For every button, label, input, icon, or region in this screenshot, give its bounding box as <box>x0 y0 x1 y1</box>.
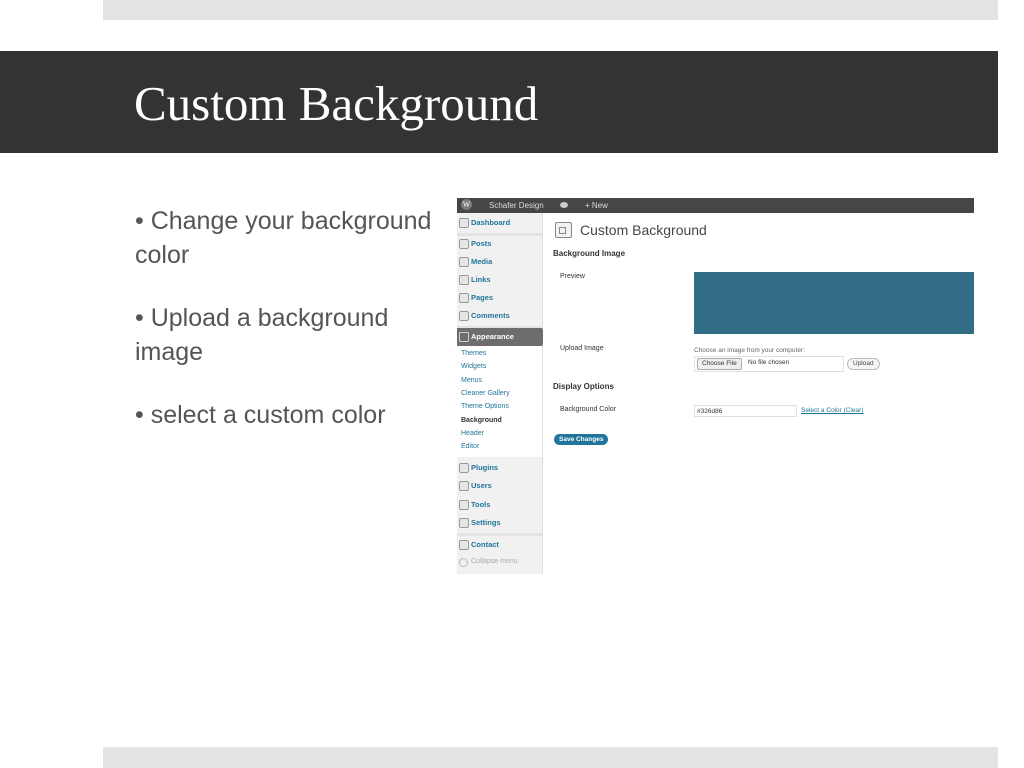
sidebar-separator <box>457 533 542 536</box>
upload-button[interactable]: Upload <box>847 358 880 370</box>
save-changes-button[interactable]: Save Changes <box>554 434 609 445</box>
sidebar-item-comments[interactable]: Comments <box>457 308 542 326</box>
no-file-text: No file chosen <box>748 359 790 366</box>
media-icon <box>459 257 469 267</box>
color-links: Select a Color (Clear) <box>801 407 864 414</box>
submenu-item-background[interactable]: Background <box>461 417 502 424</box>
appearance-page-icon <box>555 222 572 238</box>
tools-icon <box>459 500 469 510</box>
background-color-input[interactable]: #326d86 <box>694 405 797 417</box>
submenu-item-editor[interactable]: Editor <box>461 443 479 450</box>
sidebar-item-tools[interactable]: Tools <box>457 497 542 515</box>
admin-bar: W Schafer Design + New <box>457 198 974 213</box>
section-heading-background-image: Background Image <box>553 249 626 258</box>
bottom-decor-bar <box>103 747 998 768</box>
new-menu-link[interactable]: + New <box>585 200 608 211</box>
preview-label: Preview <box>560 273 585 280</box>
slide-title: Custom Background <box>134 76 539 131</box>
sidebar-item-dashboard[interactable]: Dashboard <box>457 215 542 233</box>
site-name-link[interactable]: Schafer Design <box>489 200 544 211</box>
select-color-link[interactable]: Select a Color <box>801 407 842 414</box>
bullet-item: • Change your background color <box>135 207 432 269</box>
submenu-item-themes[interactable]: Themes <box>461 350 486 357</box>
choose-image-text: Choose an image from your computer: <box>694 347 805 354</box>
bullet-item: • select a custom color <box>135 401 386 429</box>
sidebar-item-appearance[interactable]: Appearance <box>457 328 542 346</box>
background-color-label: Background Color <box>560 406 617 413</box>
appearance-icon <box>459 332 469 342</box>
wordpress-screenshot: W Schafer Design + New Dashboard Posts M… <box>457 198 974 574</box>
sidebar-item-users[interactable]: Users <box>457 478 542 496</box>
plugin-icon <box>459 463 469 473</box>
sidebar-item-pages[interactable]: Pages <box>457 290 542 308</box>
sidebar-item-links[interactable]: Links <box>457 272 542 290</box>
users-icon <box>459 481 469 491</box>
contact-icon <box>459 540 469 550</box>
page-heading: Custom Background <box>580 222 707 238</box>
pages-icon <box>459 293 469 303</box>
sidebar-item-media[interactable]: Media <box>457 254 542 272</box>
choose-file-button[interactable]: Choose File <box>697 358 742 370</box>
wordpress-logo-icon[interactable]: W <box>461 199 472 210</box>
comment-bubble-icon[interactable] <box>560 202 568 208</box>
submenu-item-menus[interactable]: Menus <box>461 377 482 384</box>
section-heading-display-options: Display Options <box>553 382 614 391</box>
sidebar-item-settings[interactable]: Settings <box>457 515 542 533</box>
upload-image-label: Upload Image <box>560 345 604 352</box>
bullet-item: • Upload a background image <box>135 304 389 366</box>
top-decor-bar <box>103 0 998 20</box>
background-preview <box>694 272 974 334</box>
pin-icon <box>459 239 469 249</box>
main-content: Custom Background Background Image Previ… <box>543 213 974 574</box>
collapse-arrow-icon <box>459 558 468 567</box>
submenu-item-header[interactable]: Header <box>461 430 484 437</box>
submenu-item-theme-options[interactable]: Theme Options <box>461 403 509 410</box>
link-icon <box>459 275 469 285</box>
clear-color-link[interactable]: (Clear) <box>844 407 864 414</box>
comment-icon <box>459 311 469 321</box>
sidebar-item-posts[interactable]: Posts <box>457 236 542 254</box>
appearance-submenu: Themes Widgets Menus Cleaner Gallery The… <box>457 346 542 457</box>
sidebar-item-contact[interactable]: Contact <box>457 537 542 555</box>
settings-icon <box>459 518 469 528</box>
dashboard-icon <box>459 218 469 228</box>
bullet-list: • Change your background color • Upload … <box>135 204 435 461</box>
submenu-item-widgets[interactable]: Widgets <box>461 363 486 370</box>
sidebar-item-plugins[interactable]: Plugins <box>457 460 542 478</box>
submenu-item-cleaner-gallery[interactable]: Cleaner Gallery <box>461 390 510 397</box>
file-input[interactable]: Choose File No file chosen <box>694 356 844 372</box>
